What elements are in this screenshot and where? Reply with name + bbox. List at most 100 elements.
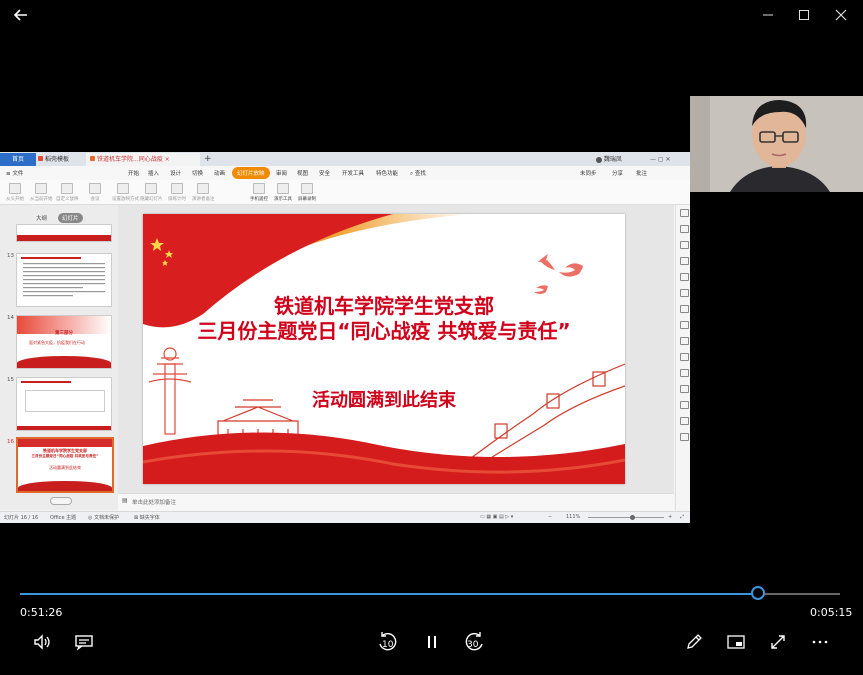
tab-document[interactable]: 铁道机车学院...同心战疫 × xyxy=(86,153,200,166)
toolbar-label: 演示工具 xyxy=(274,197,292,202)
thumbnail-16-selected[interactable]: 铁道机车学院学生党支部 三月份主题党日“同心战疫 共筑爱与责任” 活动圆满到此结… xyxy=(16,437,114,493)
sidebar-tool-icon[interactable] xyxy=(680,337,689,345)
tab-templates[interactable]: 稻壳模板 xyxy=(34,153,86,166)
toolbar-button-5[interactable]: 隐藏幻灯片 xyxy=(140,183,163,202)
sidebar-tool-icon[interactable] xyxy=(680,225,689,233)
menu-review[interactable]: 审阅 xyxy=(276,169,287,177)
toolbar-button-7[interactable]: 演讲者备注 xyxy=(192,183,215,202)
window-controls[interactable]: — ▢ ✕ xyxy=(646,153,675,166)
document-protection[interactable]: ◎ 文档未保护 xyxy=(88,514,119,521)
tab-home[interactable]: 首页 xyxy=(0,153,36,166)
close-button[interactable] xyxy=(831,6,851,24)
zoom-in-button[interactable]: + xyxy=(668,514,672,520)
toolbar-button-4[interactable]: 设置放映方式 xyxy=(112,183,139,202)
toolbar-icon xyxy=(301,183,313,194)
back-button[interactable] xyxy=(12,6,30,24)
toolbar-button-1[interactable]: 从当前开始 xyxy=(30,183,53,202)
menu-home[interactable]: 开始 xyxy=(128,169,139,177)
user-avatar[interactable]: 魏瑞凤 xyxy=(592,153,626,166)
pane-tab-slides[interactable]: 幻灯片 xyxy=(58,213,83,223)
skip-forward-button[interactable]: 30 xyxy=(462,630,486,654)
toolbar-button-2[interactable]: 自定义放映 xyxy=(56,183,79,202)
more-options-button[interactable] xyxy=(808,630,832,654)
sidebar-tool-icon[interactable] xyxy=(680,241,689,249)
menu-design[interactable]: 设计 xyxy=(170,169,181,177)
zoom-out-button[interactable]: − xyxy=(548,514,552,520)
menu-developer[interactable]: 开发工具 xyxy=(342,169,364,177)
sync-status[interactable]: 未同步 xyxy=(580,169,597,177)
toolbar-button-6[interactable]: 排练计时 xyxy=(166,183,188,202)
maximize-button[interactable] xyxy=(794,6,814,24)
pause-button[interactable] xyxy=(420,630,444,654)
menu-security[interactable]: 安全 xyxy=(319,169,330,177)
sidebar-tool-icon[interactable] xyxy=(680,321,689,329)
menu-search[interactable]: ⌕ 查找 xyxy=(410,169,426,178)
notes-area[interactable]: ▤ 单击此处添加备注 xyxy=(118,493,674,511)
sidebar-tool-icon[interactable] xyxy=(680,385,689,393)
thumb-red-band xyxy=(17,356,111,368)
tab-document-label: 铁道机车学院...同心战疫 xyxy=(97,156,163,163)
captions-button[interactable] xyxy=(72,630,96,654)
pane-tab-outline[interactable]: 大纲 xyxy=(36,214,47,222)
share-button[interactable]: 分享 xyxy=(612,169,623,177)
view-buttons[interactable]: ▭ ▦ ▣ ▤ ▷ ▾ xyxy=(480,514,513,520)
sidebar-tool-icon[interactable] xyxy=(680,257,689,265)
thumbnail-13[interactable] xyxy=(16,253,112,307)
missing-fonts[interactable]: ⊠ 缺失字体 xyxy=(134,514,160,521)
menu-features[interactable]: 特色功能 xyxy=(376,169,398,177)
slide-decoration xyxy=(143,214,625,484)
fullscreen-button[interactable] xyxy=(766,630,790,654)
toolbar-button-0[interactable]: 从头开始 xyxy=(4,183,26,202)
minimize-button[interactable] xyxy=(758,6,778,24)
toolbar-label: 从头开始 xyxy=(6,197,24,202)
slide-number: 14 xyxy=(7,315,14,321)
thumbnail-14[interactable]: 第三部分 面对紧急大疫，抗疫我们在行动 xyxy=(16,315,112,369)
menu-transitions[interactable]: 切换 xyxy=(192,169,203,177)
sidebar-tool-icon[interactable] xyxy=(680,273,689,281)
seek-handle[interactable] xyxy=(751,586,765,600)
zoom-slider-handle[interactable] xyxy=(630,515,635,520)
edit-button[interactable] xyxy=(682,630,706,654)
seek-bar[interactable] xyxy=(20,593,840,595)
toolbar-icon xyxy=(171,183,183,194)
sidebar-tool-icon[interactable] xyxy=(680,417,689,425)
thumb-red-band xyxy=(18,481,112,491)
fit-window-button[interactable]: ⤢ xyxy=(680,514,684,520)
zoom-slider[interactable] xyxy=(588,517,664,518)
toolbar-button-9[interactable]: 演示工具 xyxy=(272,183,294,202)
toolbar-icon xyxy=(145,183,157,194)
menu-file[interactable]: ≡ 文件 xyxy=(6,169,23,177)
zoom-level: 111% xyxy=(566,514,581,520)
current-slide: 铁道机车学院学生党支部 三月份主题党日“同心战疫 共筑爱与责任” 活动圆满到此结… xyxy=(143,214,625,484)
menu-slideshow[interactable]: 幻灯片放映 xyxy=(232,167,270,179)
comment-button[interactable]: 批注 xyxy=(636,169,647,177)
thumb14-section: 第三部分 xyxy=(55,331,73,336)
sidebar-tool-icon[interactable] xyxy=(680,353,689,361)
sidebar-tool-icon[interactable] xyxy=(680,369,689,377)
more-icon xyxy=(812,640,828,644)
volume-button[interactable] xyxy=(30,630,54,654)
ppt-icon xyxy=(90,156,95,161)
new-tab-button[interactable]: + xyxy=(200,153,216,166)
toolbar-icon xyxy=(89,183,101,194)
menu-insert[interactable]: 插入 xyxy=(148,169,159,177)
sidebar-tool-icon[interactable] xyxy=(680,305,689,313)
sidebar-tool-icon[interactable] xyxy=(680,289,689,297)
sidebar-tool-icon[interactable] xyxy=(680,209,689,217)
sidebar-tool-icon[interactable] xyxy=(680,433,689,441)
sidebar-tool-icon[interactable] xyxy=(680,401,689,409)
thumb-header xyxy=(18,439,112,447)
toolbar-button-8[interactable]: 手机遥控 xyxy=(248,183,270,202)
menu-animation[interactable]: 动画 xyxy=(214,169,225,177)
toolbar-button-3[interactable]: 会议 xyxy=(84,183,106,202)
thumbnail-12[interactable] xyxy=(16,224,112,242)
thumbnail-15[interactable] xyxy=(16,377,112,431)
add-slide-button[interactable] xyxy=(50,497,72,505)
toolbar-label: 屏幕录制 xyxy=(298,197,316,202)
toolbar-button-10[interactable]: 屏幕录制 xyxy=(296,183,318,202)
skip-back-button[interactable]: 10 xyxy=(376,630,400,654)
slide-number: 15 xyxy=(7,377,14,383)
app-tabbar: 首页 稻壳模板 铁道机车学院...同心战疫 × + 魏瑞凤 — ▢ ✕ xyxy=(0,152,690,166)
menu-view[interactable]: 视图 xyxy=(297,169,308,177)
mini-view-button[interactable] xyxy=(724,630,748,654)
